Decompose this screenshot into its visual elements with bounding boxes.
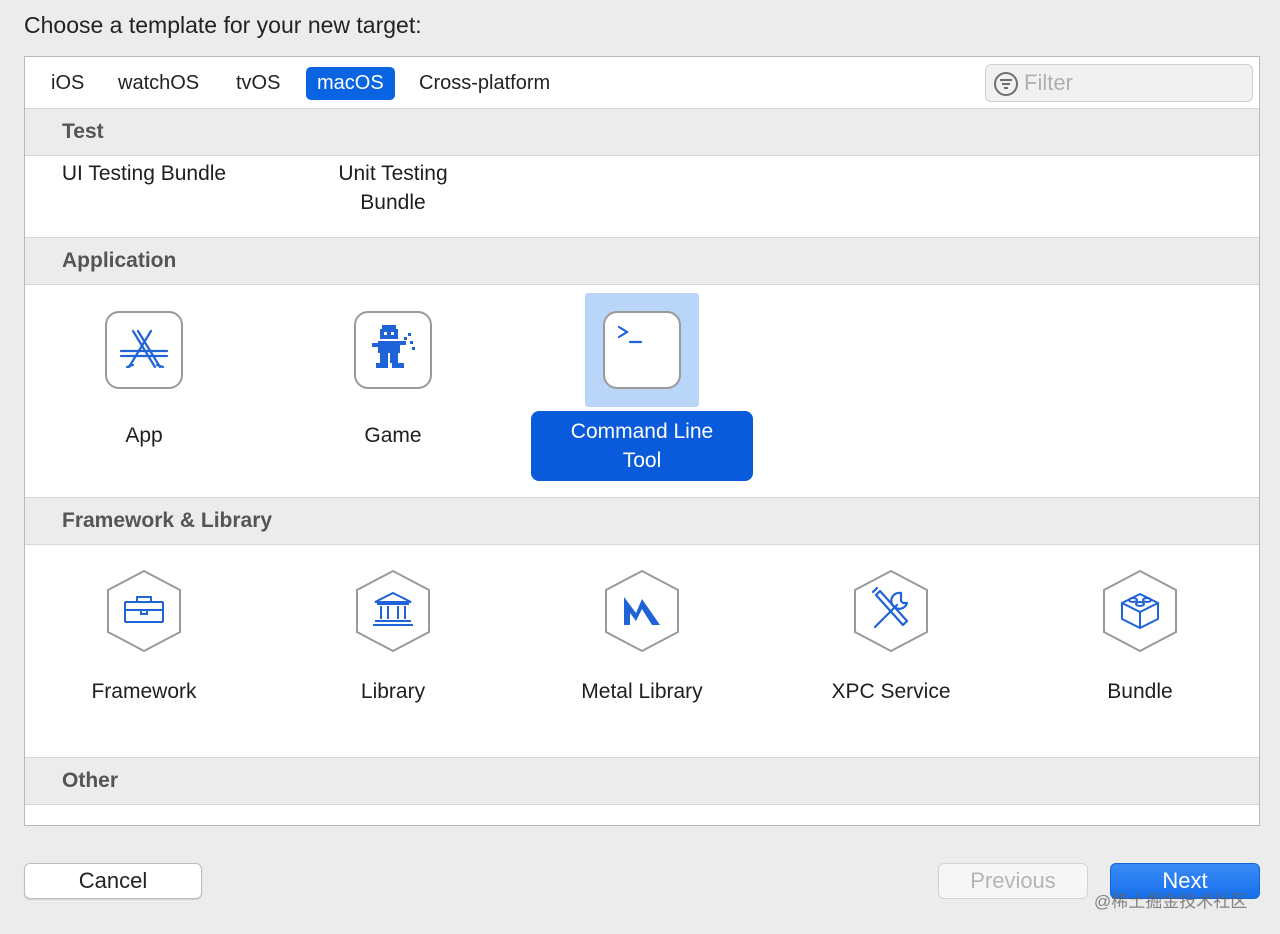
template-library[interactable]: Library <box>278 569 508 709</box>
tab-cross-platform[interactable]: Cross-platform <box>408 67 561 100</box>
template-ui-testing-bundle[interactable]: UI Testing Bundle <box>29 159 259 188</box>
template-label: Unit Testing Bundle <box>338 162 448 214</box>
selected-label-highlight: Command Line Tool <box>531 411 753 481</box>
template-label: Bundle <box>1107 680 1173 703</box>
watermark: @稀土掘金技术社区 <box>1094 892 1248 911</box>
section-header-framework-library: Framework & Library <box>25 497 1259 545</box>
template-label: UI Testing Bundle <box>61 162 227 185</box>
template-metal-library[interactable]: Metal Library <box>527 569 757 709</box>
metal-icon <box>605 569 679 653</box>
toolbox-icon <box>107 569 181 653</box>
template-label: Library <box>360 680 426 703</box>
previous-button[interactable]: Previous <box>938 863 1088 899</box>
section-title: Test <box>62 120 104 143</box>
filter-input[interactable] <box>1024 68 1244 98</box>
template-label: Game <box>364 424 422 447</box>
template-label: Command Line Tool <box>570 420 714 472</box>
wrench-screwdriver-icon <box>854 569 928 653</box>
template-command-line-tool[interactable]: Command Line Tool <box>527 293 757 483</box>
template-unit-testing-bundle[interactable]: Unit Testing Bundle <box>278 159 508 217</box>
template-label: XPC Service <box>831 680 951 703</box>
section-title: Other <box>62 769 119 792</box>
section-header-other: Other <box>25 757 1259 805</box>
template-game[interactable]: Game <box>278 311 508 471</box>
template-label: Framework <box>91 680 197 703</box>
template-framework[interactable]: Framework <box>29 569 259 709</box>
template-app[interactable]: App <box>29 311 259 471</box>
building-icon <box>356 569 430 653</box>
template-bundle[interactable]: Bundle <box>1025 569 1255 709</box>
terminal-icon <box>603 311 681 389</box>
game-robot-icon <box>354 311 432 389</box>
lego-brick-icon <box>1103 569 1177 653</box>
tab-watchos[interactable]: watchOS <box>107 67 210 100</box>
section-header-test: Test <box>25 108 1259 156</box>
section-title: Framework & Library <box>62 509 273 532</box>
tab-macos[interactable]: macOS <box>306 67 395 100</box>
filter-field[interactable] <box>985 64 1253 102</box>
app-store-icon <box>105 311 183 389</box>
section-title: Application <box>62 249 177 272</box>
platform-tab-bar: iOS watchOS tvOS macOS Cross-platform <box>25 57 1259 109</box>
tab-tvos[interactable]: tvOS <box>225 67 291 100</box>
template-xpc-service[interactable]: XPC Service <box>776 569 1006 709</box>
cancel-button[interactable]: Cancel <box>24 863 202 899</box>
filter-icon <box>994 72 1018 96</box>
template-label: Metal Library <box>581 680 703 703</box>
template-panel: iOS watchOS tvOS macOS Cross-platform Te… <box>24 56 1260 826</box>
tab-ios[interactable]: iOS <box>40 67 95 100</box>
template-label: App <box>125 424 163 447</box>
prompt-title: Choose a template for your new target: <box>24 12 422 38</box>
section-header-application: Application <box>25 237 1259 285</box>
